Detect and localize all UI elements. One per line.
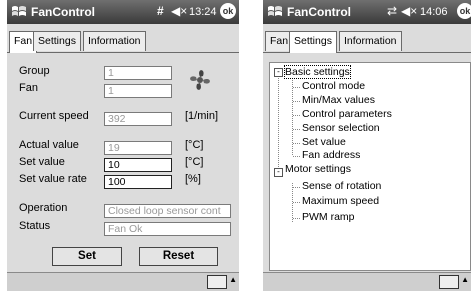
set-value-rate-field[interactable]: 100 <box>104 175 172 189</box>
actual-value-unit: [°C] <box>185 139 204 151</box>
tab-settings[interactable]: Settings <box>289 31 337 53</box>
tree-connector <box>293 187 300 188</box>
tab-information[interactable]: Information <box>339 31 402 51</box>
fan-label: Fan <box>19 82 38 94</box>
tree-node-basic-settings[interactable]: Basic settings <box>284 65 351 79</box>
bottom-bar: ▲ <box>263 272 471 291</box>
current-speed-field[interactable]: 392 <box>104 112 172 126</box>
signal-icon[interactable]: # <box>157 4 164 18</box>
current-speed-unit: [1/min] <box>185 110 219 122</box>
tab-bar: Fan Settings Information <box>7 31 239 53</box>
tree-connector <box>293 202 300 203</box>
operation-field[interactable]: Closed loop sensor cont <box>104 204 231 218</box>
status-label: Status <box>19 220 51 232</box>
fan-icon <box>190 70 210 90</box>
actual-value-field[interactable]: 19 <box>104 141 172 155</box>
windows-flag-icon[interactable] <box>10 3 28 21</box>
actual-value-label: Actual value <box>19 139 79 151</box>
device-screen-fan: FanControl # ◀× 13:24 ok Fan Settings In… <box>7 0 239 291</box>
tree-node-sense-of-rotation[interactable]: Sense of rotation <box>302 180 381 192</box>
set-button[interactable]: Set <box>52 247 122 266</box>
settings-tree: - Basic settings Control mode Min/Max va… <box>269 62 471 271</box>
tree-connector <box>293 115 300 116</box>
ok-button[interactable]: ok <box>457 3 471 19</box>
tree-line <box>278 73 279 173</box>
tree-node-control-mode[interactable]: Control mode <box>302 80 365 92</box>
clock-time[interactable]: 14:06 <box>420 6 448 18</box>
tree-connector <box>293 156 300 157</box>
tree-node-set-value[interactable]: Set value <box>302 136 346 148</box>
app-title: FanControl <box>31 5 95 19</box>
collapse-icon[interactable]: - <box>274 68 283 77</box>
tree-node-fan-address[interactable]: Fan address <box>302 149 360 161</box>
app-title: FanControl <box>287 5 351 19</box>
current-speed-label: Current speed <box>19 110 89 122</box>
tree-node-maximum-speed[interactable]: Maximum speed <box>302 195 379 207</box>
tree-connector <box>293 101 300 102</box>
input-panel-arrow-icon[interactable]: ▲ <box>229 275 237 284</box>
tree-node-motor-settings[interactable]: Motor settings <box>285 163 351 175</box>
tree-node-control-parameters[interactable]: Control parameters <box>302 108 392 120</box>
title-bar: FanControl ⇄ ◀× 14:06 ok <box>263 0 471 24</box>
tree-node-min-max-values[interactable]: Min/Max values <box>302 94 375 106</box>
title-bar: FanControl # ◀× 13:24 ok <box>7 0 239 24</box>
speaker-icon[interactable]: ◀× <box>171 4 187 18</box>
tab-settings[interactable]: Settings <box>33 31 81 51</box>
tree-connector <box>293 87 300 88</box>
set-value-unit: [°C] <box>185 156 204 168</box>
fan-field[interactable]: 1 <box>104 84 172 98</box>
clock-time[interactable]: 13:24 <box>189 6 217 18</box>
keyboard-icon[interactable] <box>439 275 459 289</box>
connection-icon[interactable]: ⇄ <box>387 4 397 18</box>
tree-connector <box>293 143 300 144</box>
tree-node-pwm-ramp[interactable]: PWM ramp <box>302 211 355 223</box>
tab-bar: Fan Settings Information <box>263 31 471 53</box>
collapse-icon[interactable]: - <box>274 168 283 177</box>
keyboard-icon[interactable] <box>207 275 227 289</box>
bottom-bar: ▲ <box>7 272 239 291</box>
set-value-rate-unit: [%] <box>185 173 201 185</box>
input-panel-arrow-icon[interactable]: ▲ <box>461 275 469 284</box>
status-field[interactable]: Fan Ok <box>104 222 231 236</box>
tab-information[interactable]: Information <box>83 31 146 51</box>
windows-flag-icon[interactable] <box>266 3 284 21</box>
set-value-rate-label: Set value rate <box>19 173 87 185</box>
operation-label: Operation <box>19 202 68 214</box>
speaker-icon[interactable]: ◀× <box>401 4 417 18</box>
set-value-field[interactable]: 10 <box>104 158 172 172</box>
group-field[interactable]: 1 <box>104 66 172 80</box>
reset-button[interactable]: Reset <box>139 247 218 266</box>
tree-connector <box>293 218 300 219</box>
device-screen-settings: FanControl ⇄ ◀× 14:06 ok Fan Settings In… <box>263 0 471 291</box>
group-label: Group <box>19 65 50 77</box>
tree-node-sensor-selection[interactable]: Sensor selection <box>302 122 380 134</box>
ok-button[interactable]: ok <box>220 3 236 19</box>
tree-connector <box>293 129 300 130</box>
set-value-label: Set value <box>19 156 65 168</box>
